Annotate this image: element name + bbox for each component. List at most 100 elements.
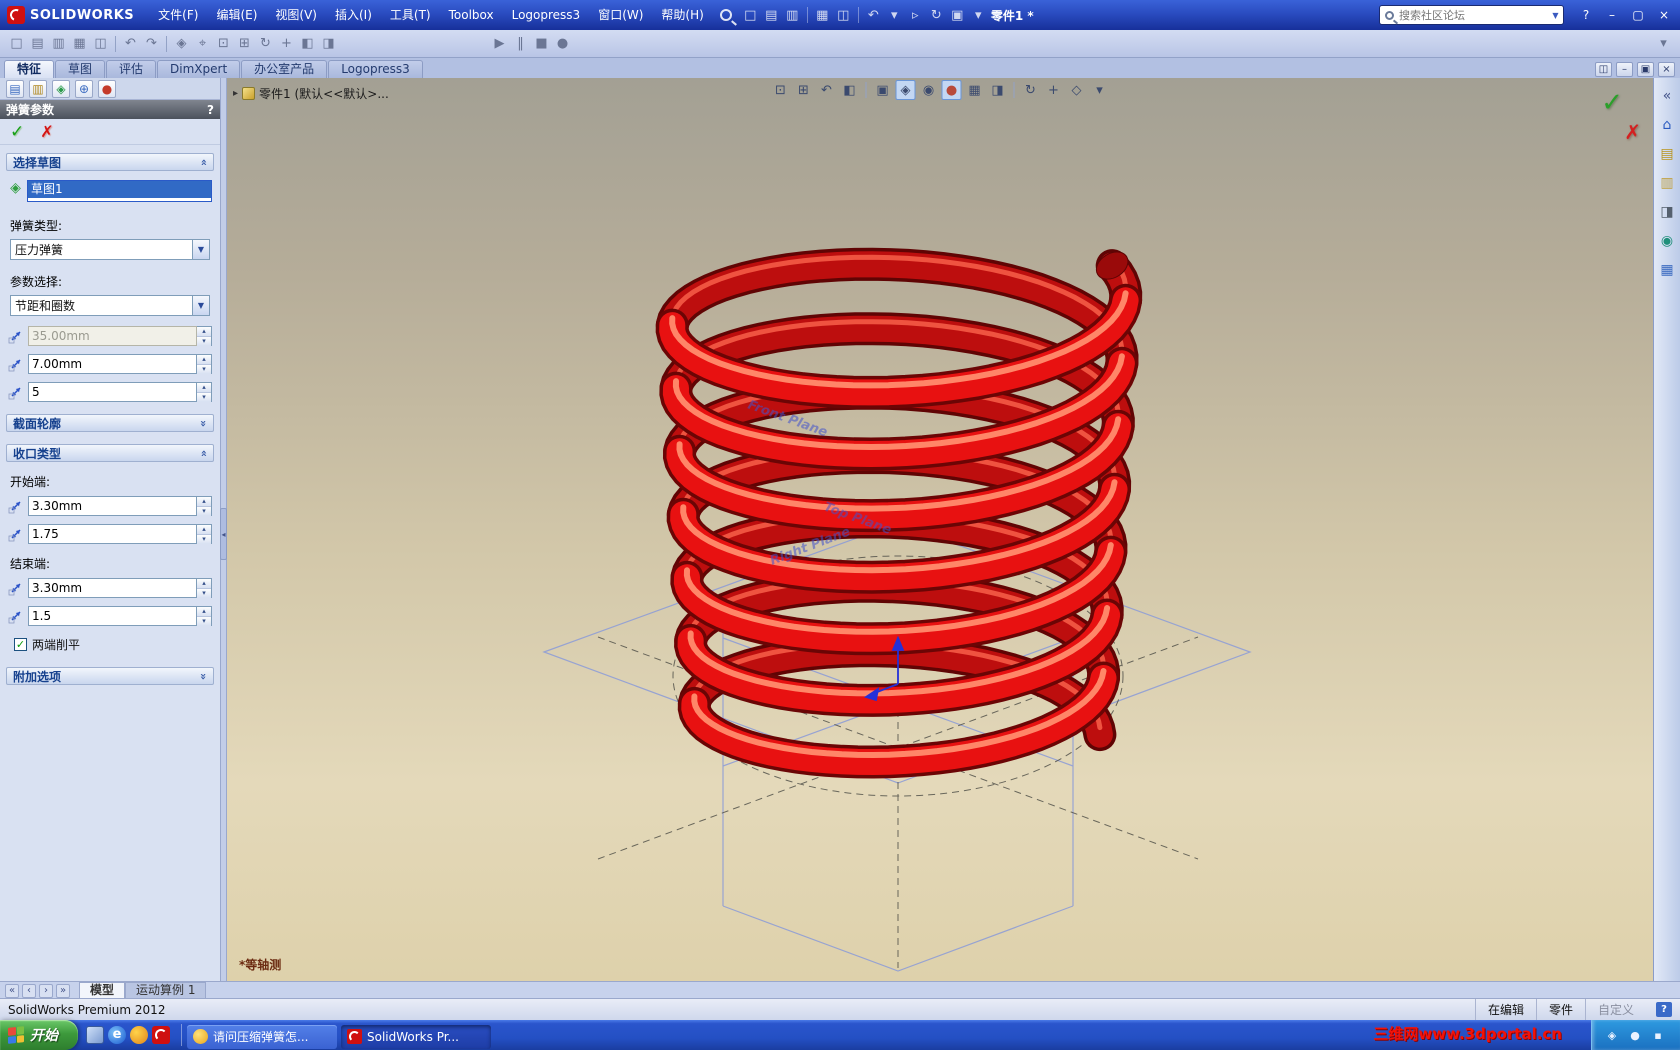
spinner-up-icon[interactable]: ▴ xyxy=(197,383,211,393)
sw-resources-icon[interactable]: ⌂ xyxy=(1657,115,1677,135)
macro-stop-icon[interactable]: ■ xyxy=(532,34,551,53)
view-settings-icon[interactable]: ◨ xyxy=(988,80,1008,100)
media-player-icon[interactable] xyxy=(130,1026,148,1044)
spinner-down-icon[interactable]: ▾ xyxy=(197,507,211,516)
expand-icon[interactable]: » xyxy=(197,672,210,679)
search-input[interactable] xyxy=(1399,8,1548,22)
pm-help-icon[interactable]: ? xyxy=(207,103,214,117)
undo-list-icon[interactable]: ▾ xyxy=(885,6,904,25)
tree-expand-icon[interactable]: ▸ xyxy=(233,88,238,99)
parameter-dropdown-icon[interactable]: ▼ xyxy=(192,296,209,315)
options-icon[interactable]: ▾ xyxy=(969,6,988,25)
tray-status-3-icon[interactable]: ▪ xyxy=(1651,1028,1665,1042)
file-explorer-icon[interactable]: ▥ xyxy=(1657,173,1677,193)
spinner-down-icon[interactable]: ▾ xyxy=(197,535,211,544)
feature-tree-flyout[interactable]: ▸ 零件1 (默认<<默认>... xyxy=(233,85,389,102)
previous-view-icon[interactable]: ↶ xyxy=(817,80,837,100)
confirmation-ok-icon[interactable]: ✓ xyxy=(1601,88,1623,118)
spinner-up-icon[interactable]: ▴ xyxy=(197,607,211,617)
sketch-tool-icon[interactable]: ◈ xyxy=(172,34,191,53)
viewport-split-icon[interactable]: ◫ xyxy=(1595,62,1612,77)
edit-appearance-icon[interactable]: ● xyxy=(941,80,962,100)
confirmation-cancel-icon[interactable]: ✗ xyxy=(1624,120,1641,144)
collapse-icon[interactable]: » xyxy=(197,158,210,165)
tab-scroll-first-icon[interactable]: « xyxy=(5,984,19,998)
toolbar-options-icon[interactable]: ▾ xyxy=(1654,34,1673,53)
status-help-icon[interactable]: ? xyxy=(1656,1002,1672,1017)
menu-toolbox[interactable]: Toolbox xyxy=(441,4,502,26)
tab-scroll-prev-icon[interactable]: ‹ xyxy=(22,984,36,998)
pm-display-tab-icon[interactable]: ◈ xyxy=(52,79,70,98)
pm-dimxpert-tab-icon[interactable]: ⊕ xyxy=(75,79,93,98)
start-turns-spinner[interactable]: ▴ ▾ xyxy=(197,524,212,544)
pm-configuration-tab-icon[interactable]: ▥ xyxy=(29,79,47,98)
open-file-icon[interactable]: ▤ xyxy=(28,34,47,53)
coils-spinner[interactable]: ▴ ▾ xyxy=(197,382,212,402)
internet-explorer-icon[interactable] xyxy=(108,1026,126,1044)
custom-properties-icon[interactable]: ▦ xyxy=(1657,260,1677,280)
pitch-spinner[interactable]: ▴ ▾ xyxy=(197,354,212,374)
end-pitch-input[interactable] xyxy=(28,578,197,598)
print-doc-icon[interactable]: ▦ xyxy=(813,6,832,25)
pitch-input[interactable] xyxy=(28,354,197,374)
rotate-view-tool-icon[interactable]: ↻ xyxy=(256,34,275,53)
view-palette-icon[interactable]: ◨ xyxy=(1657,202,1677,222)
menu-help[interactable]: 帮助(H) xyxy=(653,4,711,26)
tab-features[interactable]: 特征 xyxy=(4,60,55,78)
maximize-button[interactable]: ▢ xyxy=(1626,5,1650,25)
menu-edit[interactable]: 编辑(E) xyxy=(208,4,265,26)
new-file-icon[interactable]: □ xyxy=(7,34,26,53)
taskbar-item-browser[interactable]: 请问压缩弹簧怎... xyxy=(187,1024,337,1049)
model-view[interactable]: Front Plane Top Plane Right Plane xyxy=(227,78,1653,981)
tab-model[interactable]: 模型 xyxy=(79,982,126,998)
sketch-selection-list[interactable]: 草图1 xyxy=(27,180,212,202)
tab-dimxpert[interactable]: DimXpert xyxy=(157,60,241,78)
end-pitch-spinner[interactable]: ▴ ▾ xyxy=(197,578,212,598)
doc-close-icon[interactable]: × xyxy=(1658,62,1675,77)
graphics-viewport[interactable]: Front Plane Top Plane Right Plane ⊡ ⊞ ↶ ◧ ▣ ◈… xyxy=(227,78,1653,981)
group-additional-options[interactable]: 附加选项 » xyxy=(6,667,214,685)
solidworks-launcher-icon[interactable] xyxy=(152,1026,170,1044)
open-doc-icon[interactable]: ▤ xyxy=(762,6,781,25)
expand-icon[interactable]: » xyxy=(197,419,210,426)
tab-sketch[interactable]: 草图 xyxy=(55,60,106,78)
save-file-icon[interactable]: ▥ xyxy=(49,34,68,53)
print-preview2-icon[interactable]: ◫ xyxy=(91,34,110,53)
new-doc-icon[interactable]: □ xyxy=(741,6,760,25)
close-button[interactable]: × xyxy=(1652,5,1676,25)
redo-icon[interactable]: ↷ xyxy=(142,34,161,53)
design-library-icon[interactable]: ▤ xyxy=(1657,144,1677,164)
cancel-button[interactable]: ✗ xyxy=(40,122,53,141)
spinner-down-icon[interactable]: ▾ xyxy=(197,393,211,402)
selected-sketch-item[interactable]: 草图1 xyxy=(28,181,211,198)
section-view-icon[interactable]: ◧ xyxy=(840,80,860,100)
menu-window[interactable]: 窗口(W) xyxy=(590,4,651,26)
tray-status-1-icon[interactable]: ◈ xyxy=(1605,1028,1619,1042)
save-doc-icon[interactable]: ▥ xyxy=(783,6,802,25)
checkbox-checked-icon[interactable]: ✓ xyxy=(14,638,27,651)
tab-logopress[interactable]: Logopress3 xyxy=(328,60,423,78)
spinner-up-icon[interactable]: ▴ xyxy=(197,579,211,589)
tree-part-item[interactable]: 零件1 (默认<<默认>... xyxy=(259,85,389,102)
select-tool-icon[interactable]: ▹ xyxy=(906,6,925,25)
taskbar-item-solidworks[interactable]: SolidWorks Pr... xyxy=(341,1024,491,1049)
doc-restore-icon[interactable]: ▣ xyxy=(1637,62,1654,77)
menu-logopress[interactable]: Logopress3 xyxy=(504,4,589,26)
zoom-to-area-icon[interactable]: ⊞ xyxy=(235,34,254,53)
start-button[interactable]: 开始 xyxy=(0,1020,78,1050)
ok-button[interactable]: ✓ xyxy=(10,122,24,142)
help-button[interactable]: ? xyxy=(1574,5,1598,25)
spinner-up-icon[interactable]: ▴ xyxy=(197,497,211,507)
show-desktop-icon[interactable] xyxy=(86,1026,104,1044)
group-select-sketch[interactable]: 选择草图 » xyxy=(6,153,214,171)
macro-record-icon[interactable]: ● xyxy=(553,34,572,53)
tab-scroll-next-icon[interactable]: › xyxy=(39,984,53,998)
print-preview-icon[interactable]: ◫ xyxy=(834,6,853,25)
minimize-button[interactable]: – xyxy=(1600,5,1624,25)
status-customize[interactable]: 自定义 xyxy=(1584,999,1646,1020)
headsup-expand-icon[interactable]: ▾ xyxy=(1090,80,1110,100)
taskpane-expand-icon[interactable]: « xyxy=(1657,86,1677,106)
undo2-icon[interactable]: ↶ xyxy=(121,34,140,53)
pan-view-icon[interactable]: + xyxy=(1044,80,1064,100)
menu-tools[interactable]: 工具(T) xyxy=(382,4,439,26)
